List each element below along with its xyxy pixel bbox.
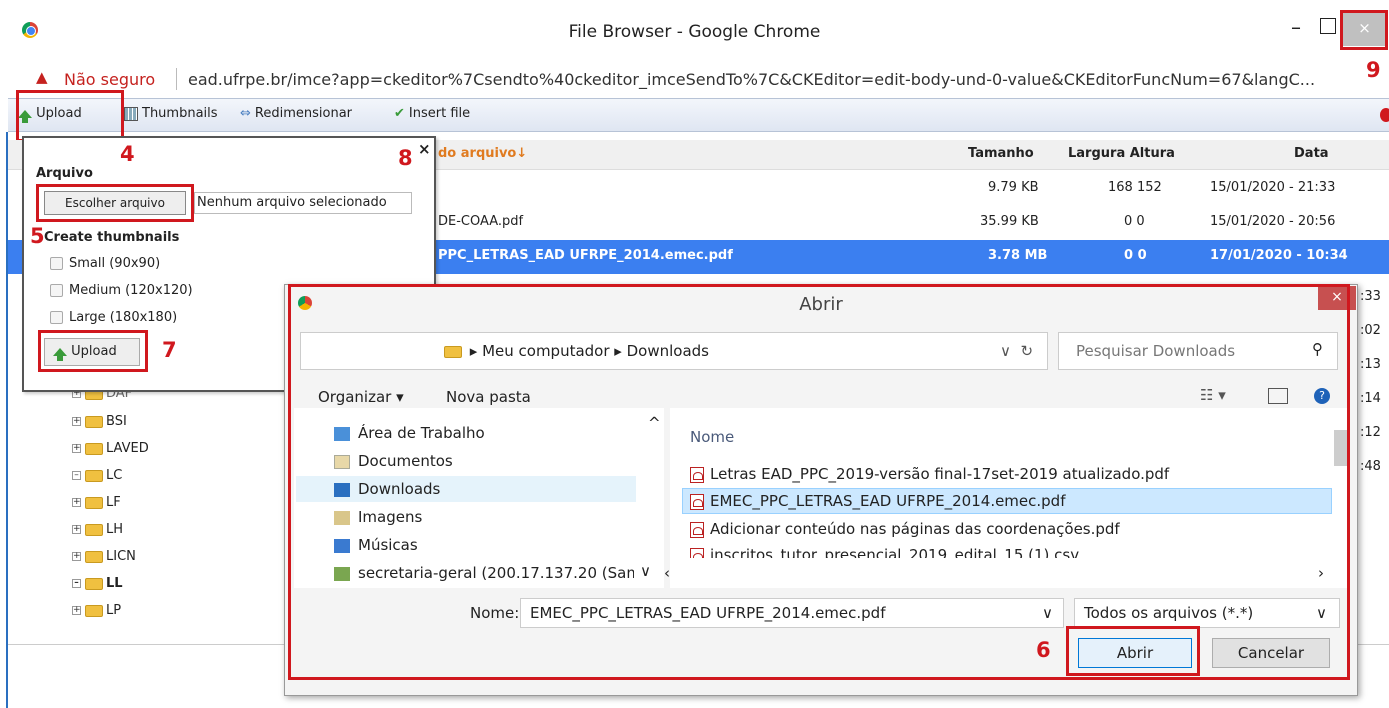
medium-checkbox[interactable] (50, 284, 63, 297)
folder-icon (85, 442, 103, 455)
column-name[interactable]: do arquivo↓ (438, 146, 527, 161)
checkmark-icon: ✔ (394, 106, 405, 121)
folder-icon (85, 577, 103, 590)
toolbar-insert-file[interactable]: ✔ Insert file (394, 106, 470, 121)
folder-icon (85, 496, 103, 509)
annotation-7: 7 (162, 338, 177, 362)
annotation-6: 6 (1036, 638, 1051, 662)
tree-item-lp[interactable]: + LP (72, 603, 121, 618)
tree-item-lf[interactable]: + LF (72, 495, 121, 510)
maximize-button[interactable] (1320, 18, 1336, 34)
annotation-box-close (1340, 10, 1388, 50)
tree-item-bsi[interactable]: + BSI (72, 414, 127, 429)
option-large[interactable]: Large (180x180) (50, 310, 177, 325)
window-title: File Browser - Google Chrome (568, 22, 821, 42)
folder-icon (85, 469, 103, 482)
minimize-button[interactable]: – (1286, 17, 1306, 38)
tree-item-licn[interactable]: + LICN (72, 549, 136, 564)
thumbnails-icon (124, 106, 138, 121)
annotation-4: 4 (120, 142, 135, 166)
option-medium[interactable]: Medium (120x120) (50, 283, 193, 298)
column-dimensions[interactable]: Largura Altura (1068, 146, 1175, 161)
resize-icon: ⇔ (240, 106, 251, 121)
folder-icon (85, 415, 103, 428)
folder-icon (85, 550, 103, 563)
toolbar-thumbnails[interactable]: Thumbnails (124, 106, 218, 121)
partial-dates: :33:02 :13:14 :12:48 (1360, 289, 1381, 474)
annotation-box-dialog (288, 284, 1350, 680)
large-checkbox[interactable] (50, 311, 63, 324)
tree-item-lc[interactable]: – LC (72, 468, 122, 483)
tree-item-ll[interactable]: – LL (72, 576, 123, 591)
file-label: Arquivo (36, 166, 93, 181)
annotation-5: 5 (30, 224, 45, 248)
tree-item-laved[interactable]: + LAVED (72, 441, 149, 456)
warning-icon: ▲ (36, 68, 48, 86)
close-panel-icon[interactable]: × (418, 140, 431, 158)
tree-item-lh[interactable]: + LH (72, 522, 123, 537)
annotation-box-upload (16, 90, 124, 142)
folder-icon (85, 604, 103, 617)
no-file-text: Nenhum arquivo selecionado (194, 192, 412, 214)
toolbar-resize[interactable]: ⇔ Redimensionar (240, 106, 352, 121)
annotation-8: 8 (398, 146, 413, 170)
address-url[interactable]: ead.ufrpe.br/imce?app=ckeditor%7Csendto%… (188, 70, 1348, 89)
column-date[interactable]: Data (1294, 146, 1329, 161)
annotation-box-open (1066, 626, 1200, 676)
left-frame-border (6, 132, 8, 708)
annotation-box-choose (36, 184, 194, 222)
thumbs-label: Create thumbnails (44, 230, 180, 245)
option-small[interactable]: Small (90x90) (50, 256, 160, 271)
annotation-box-upload2 (38, 330, 148, 372)
folder-icon (85, 523, 103, 536)
small-checkbox[interactable] (50, 257, 63, 270)
address-separator (176, 68, 177, 90)
error-icon (1380, 108, 1389, 122)
security-warning[interactable]: Não seguro (64, 70, 155, 89)
column-size[interactable]: Tamanho (968, 146, 1034, 161)
